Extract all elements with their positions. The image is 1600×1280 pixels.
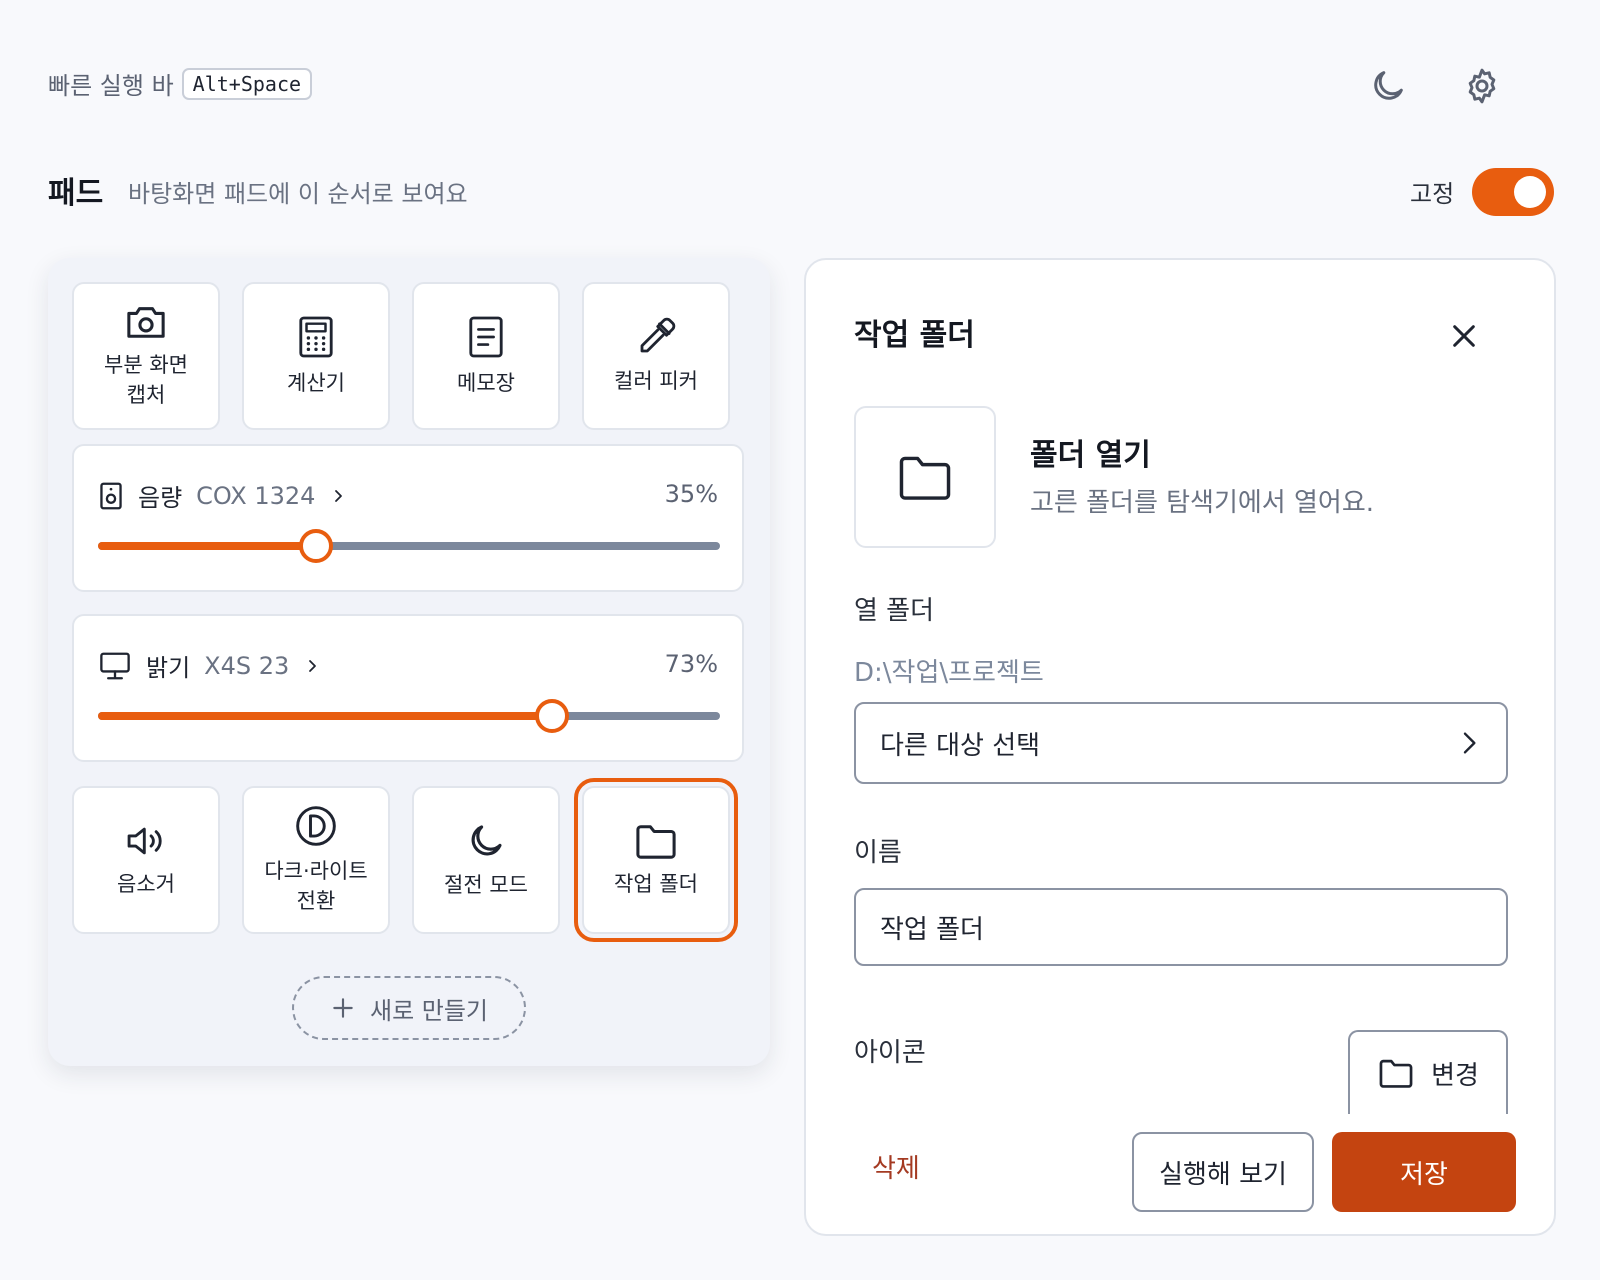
tile-label: 음소거: [117, 872, 175, 896]
icon-label: 아이콘: [854, 1038, 926, 1068]
toggle-knob: [1514, 176, 1546, 208]
tile-label: 컬러 피커: [614, 369, 698, 393]
action-description: 고른 폴더를 탐색기에서 열어요.: [1030, 488, 1375, 518]
moon-icon: [1374, 71, 1403, 100]
volume-fill: [98, 542, 316, 550]
change-icon-label: 변경: [1431, 1060, 1479, 1091]
tile-mute[interactable]: 음소거: [72, 786, 220, 934]
quickbar-label: 빠른 실행 바: [48, 72, 174, 100]
folder-icon: [636, 825, 676, 859]
volume-label: 음량: [138, 484, 183, 512]
detail-title: 작업 폴더: [854, 318, 975, 353]
close-icon: [1453, 325, 1475, 347]
change-icon-button[interactable]: 변경: [1348, 1030, 1508, 1114]
folder-icon: [899, 456, 951, 500]
test-run-button[interactable]: 실행해 보기: [1132, 1132, 1314, 1212]
tile-label: 절전 모드: [444, 873, 528, 897]
tile-label: 부분 화면 캡처: [104, 353, 188, 407]
tile-label: 계산기: [287, 371, 345, 395]
detail-panel: 작업 폴더 폴더 열기 고른 폴더를 탐색기에서 열어요. 열 폴더 D:\작업…: [804, 258, 1556, 1236]
settings-button[interactable]: [1460, 64, 1504, 108]
volume-slider[interactable]: [98, 529, 720, 563]
volume-thumb[interactable]: [298, 529, 333, 563]
choose-other-button[interactable]: 다른 대상 선택: [854, 702, 1508, 784]
name-label: 이름: [854, 838, 902, 868]
new-tile-button[interactable]: 새로 만들기: [292, 976, 526, 1040]
action-title: 폴더 열기: [1030, 438, 1151, 473]
tile-power-save[interactable]: 절전 모드: [412, 786, 560, 934]
speaker-icon: [100, 482, 122, 509]
pad-title: 패드: [48, 176, 104, 211]
volume-header[interactable]: 음량 COX 1324: [98, 478, 349, 513]
choose-other-label: 다른 대상 선택: [880, 730, 1041, 761]
pad-panel: 부분 화면 캡처 계산기 메모장 컬러 피커 음량 COX 1324 35% 밝…: [48, 258, 770, 1066]
volume-icon: [127, 827, 162, 855]
quickbar-shortcut: Alt+Space: [181, 67, 313, 100]
tile-dark-light[interactable]: 다크·라이트 전환: [242, 786, 390, 934]
eyedropper-icon: [640, 317, 676, 353]
plus-icon: [333, 998, 353, 1018]
pin-toggle[interactable]: [1472, 168, 1554, 216]
brightness-thumb[interactable]: [535, 699, 570, 733]
brightness-fill: [98, 712, 553, 720]
moon-icon: [471, 825, 502, 856]
folder-label: 열 폴더: [854, 596, 935, 626]
action-icon-box: [854, 406, 996, 548]
tile-screen-capture[interactable]: 부분 화면 캡처: [72, 282, 220, 430]
folder-icon: [1379, 1059, 1413, 1088]
brightness-card: 밝기 X4S 23 73%: [72, 614, 744, 762]
notepad-icon: [469, 316, 503, 358]
tile-label: 다크·라이트 전환: [264, 859, 368, 913]
volume-card: 음량 COX 1324 35%: [72, 444, 744, 592]
new-tile-label: 새로 만들기: [369, 996, 489, 1025]
theme-toggle-button[interactable]: [1366, 64, 1410, 108]
brightness-slider[interactable]: [98, 699, 720, 733]
name-value: 작업 폴더: [880, 914, 984, 945]
save-button[interactable]: 저장: [1332, 1132, 1516, 1212]
quickbar-hint: 빠른 실행 바 Alt+Space: [48, 66, 313, 101]
chevron-right-icon: [1463, 732, 1476, 754]
brightness-label: 밝기: [146, 654, 191, 682]
pad-subtitle: 바탕화면 패드에 이 순서로 보여요: [128, 180, 468, 208]
volume-percent: 35%: [664, 480, 718, 508]
monitor-icon: [100, 652, 130, 679]
volume-device: COX 1324: [196, 481, 316, 510]
chevron-right-icon: [335, 489, 343, 502]
close-button[interactable]: [1442, 314, 1486, 358]
pin-label: 고정: [1410, 180, 1455, 208]
calculator-icon: [299, 316, 333, 358]
tile-calculator[interactable]: 계산기: [242, 282, 390, 430]
tile-work-folder[interactable]: 작업 폴더: [582, 786, 730, 934]
brightness-device: X4S 23: [204, 651, 290, 680]
gear-icon: [1468, 68, 1496, 104]
chevron-right-icon: [309, 659, 317, 672]
tile-label: 메모장: [457, 371, 515, 395]
brightness-percent: 73%: [664, 650, 718, 678]
tile-color-picker[interactable]: 컬러 피커: [582, 282, 730, 430]
name-input[interactable]: 작업 폴더: [854, 888, 1508, 966]
folder-path: D:\작업\프로젝트: [854, 658, 1044, 688]
tile-label: 작업 폴더: [614, 872, 698, 896]
brightness-header[interactable]: 밝기 X4S 23: [98, 648, 323, 683]
contrast-icon: [296, 806, 336, 846]
camera-icon: [127, 307, 165, 338]
tile-notepad[interactable]: 메모장: [412, 282, 560, 430]
delete-button[interactable]: 삭제: [872, 1148, 920, 1185]
